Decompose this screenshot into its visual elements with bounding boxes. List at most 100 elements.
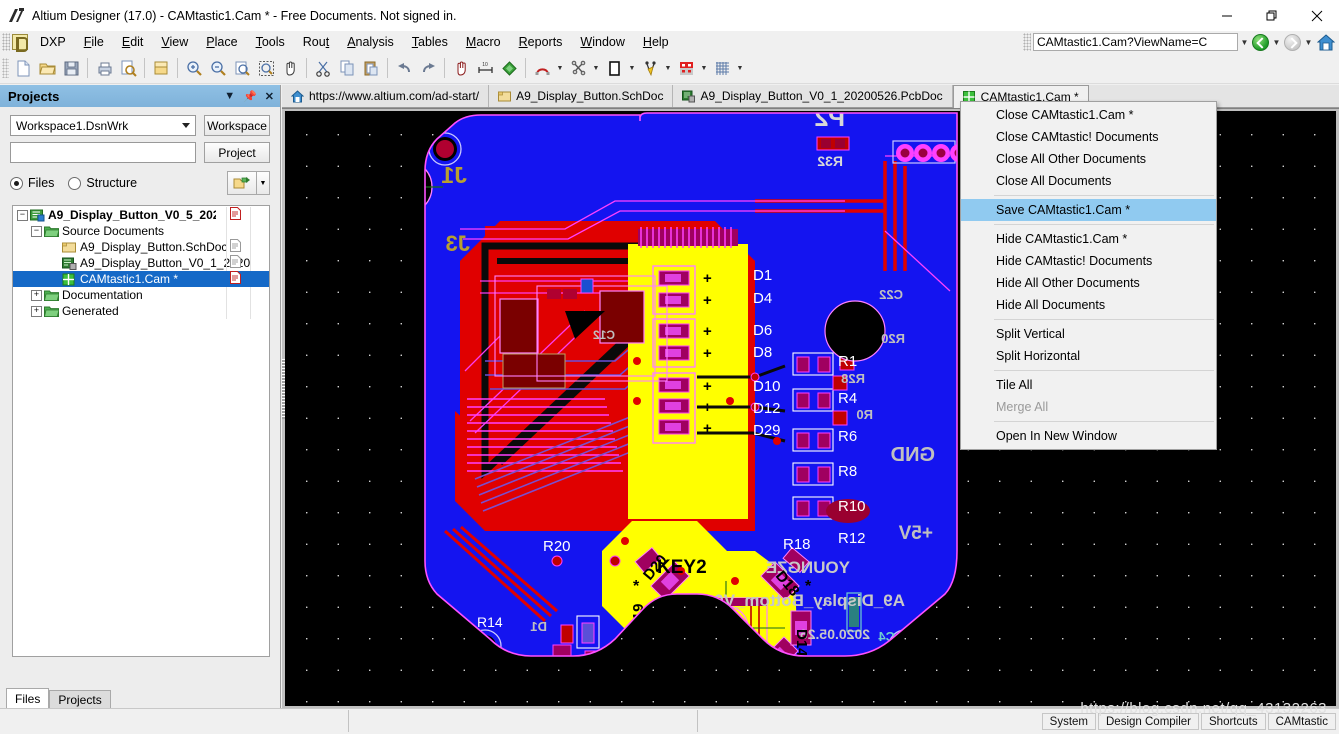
menu-split-vertical[interactable]: Split Vertical xyxy=(961,323,1216,345)
project-input[interactable] xyxy=(10,142,196,163)
netlist-tool-dropdown-icon[interactable]: ▼ xyxy=(590,56,602,80)
layers-icon[interactable] xyxy=(497,56,521,80)
new-document-icon[interactable] xyxy=(11,56,35,80)
expander-icon[interactable]: + xyxy=(31,305,42,317)
menu-hide-camtastic-documents[interactable]: Hide CAMtastic! Documents xyxy=(961,250,1216,272)
address-input[interactable]: CAMtastic1.Cam?ViewName=C xyxy=(1033,33,1238,51)
panel-tab-projects[interactable]: Projects xyxy=(49,690,111,708)
open-project-options-dropdown-icon[interactable]: ▼ xyxy=(257,171,270,195)
menu-item-rout[interactable]: Rout xyxy=(294,33,338,51)
document-tab-schdoc[interactable]: A9_Display_Button.SchDoc xyxy=(489,85,674,107)
menu-item-macro[interactable]: Macro xyxy=(457,33,510,51)
drc-tool-icon[interactable] xyxy=(674,56,698,80)
back-dropdown-icon[interactable]: ▼ xyxy=(1270,33,1283,51)
redo-icon[interactable] xyxy=(416,56,440,80)
project-button[interactable]: Project xyxy=(204,142,270,163)
undo-icon[interactable] xyxy=(392,56,416,80)
menu-hide-camtastic[interactable]: Hide CAMtastic1.Cam * xyxy=(961,228,1216,250)
menu-item-reports[interactable]: Reports xyxy=(510,33,572,51)
document-tab-context-menu[interactable]: Close CAMtastic1.Cam * Close CAMtastic! … xyxy=(960,101,1217,450)
zoom-document-icon[interactable] xyxy=(230,56,254,80)
pad-tool-icon[interactable] xyxy=(602,56,626,80)
menu-save-camtastic[interactable]: Save CAMtastic1.Cam * xyxy=(961,199,1216,221)
menu-close-all-documents[interactable]: Close All Documents xyxy=(961,170,1216,192)
open-project-options-icon[interactable] xyxy=(227,171,257,195)
tree-item-camtastic[interactable]: CAMtastic1.Cam * xyxy=(13,271,269,287)
tree-item-documentation[interactable]: + Documentation xyxy=(13,287,269,303)
menu-item-place[interactable]: Place xyxy=(197,33,246,51)
menubar-grip[interactable] xyxy=(2,33,10,51)
menu-split-horizontal[interactable]: Split Horizontal xyxy=(961,345,1216,367)
workspace-button[interactable]: Workspace xyxy=(204,115,270,136)
tree-item-project[interactable]: − A9_Display_Button_V0_5_2020052( xyxy=(13,207,269,223)
menu-close-all-other-documents[interactable]: Close All Other Documents xyxy=(961,148,1216,170)
menu-item-window[interactable]: Window xyxy=(571,33,633,51)
drill-tool-icon[interactable] xyxy=(638,56,662,80)
forward-dropdown-icon[interactable]: ▼ xyxy=(1302,33,1315,51)
menu-tile-all[interactable]: Tile All xyxy=(961,374,1216,396)
measure-icon[interactable]: 10 xyxy=(473,56,497,80)
drc-tool-dropdown-icon[interactable]: ▼ xyxy=(698,56,710,80)
print-icon[interactable] xyxy=(92,56,116,80)
zoom-in-icon[interactable] xyxy=(182,56,206,80)
zoom-area-icon[interactable] xyxy=(254,56,278,80)
grid-tool-dropdown-icon[interactable]: ▼ xyxy=(734,56,746,80)
netlist-tool-icon[interactable] xyxy=(566,56,590,80)
menu-item-help[interactable]: Help xyxy=(634,33,678,51)
expander-icon[interactable]: − xyxy=(31,225,42,237)
menu-item-tables[interactable]: Tables xyxy=(403,33,457,51)
arc-tool-icon[interactable] xyxy=(530,56,554,80)
tree-item-pcbdoc[interactable]: A9_Display_Button_V0_1_2020 xyxy=(13,255,269,271)
document-tab-pcbdoc[interactable]: A9_Display_Button_V0_1_20200526.PcbDoc xyxy=(673,85,953,107)
menu-hide-all-other-documents[interactable]: Hide All Other Documents xyxy=(961,272,1216,294)
menu-item-analysis[interactable]: Analysis xyxy=(338,33,403,51)
menu-item-edit[interactable]: Edit xyxy=(113,33,153,51)
menu-item-view[interactable]: View xyxy=(152,33,197,51)
drill-tool-dropdown-icon[interactable]: ▼ xyxy=(662,56,674,80)
arc-tool-dropdown-icon[interactable]: ▼ xyxy=(554,56,566,80)
open-board-icon[interactable] xyxy=(149,56,173,80)
close-icon[interactable]: ✕ xyxy=(265,90,274,103)
menu-hide-all-documents[interactable]: Hide All Documents xyxy=(961,294,1216,316)
radio-files[interactable]: Files xyxy=(10,176,54,190)
expander-icon[interactable]: + xyxy=(31,289,42,301)
move-hand-icon[interactable] xyxy=(449,56,473,80)
menu-close-camtastic[interactable]: Close CAMtastic1.Cam * xyxy=(961,104,1216,126)
save-document-icon[interactable] xyxy=(59,56,83,80)
pin-icon[interactable]: 📌 xyxy=(243,90,257,103)
cut-icon[interactable] xyxy=(311,56,335,80)
pad-tool-dropdown-icon[interactable]: ▼ xyxy=(626,56,638,80)
tree-item-schdoc[interactable]: A9_Display_Button.SchDoc xyxy=(13,239,269,255)
dxp-icon[interactable] xyxy=(12,34,28,52)
copy-icon[interactable] xyxy=(335,56,359,80)
tree-item-source-documents[interactable]: − Source Documents xyxy=(13,223,269,239)
expander-icon[interactable]: − xyxy=(17,209,28,221)
menu-close-camtastic-documents[interactable]: Close CAMtastic! Documents xyxy=(961,126,1216,148)
print-preview-icon[interactable] xyxy=(116,56,140,80)
address-toolbar-grip[interactable] xyxy=(1023,33,1031,51)
paste-icon[interactable] xyxy=(359,56,383,80)
tree-item-generated[interactable]: + Generated xyxy=(13,303,269,319)
address-dropdown-icon[interactable]: ▼ xyxy=(1238,33,1251,51)
menu-item-file[interactable]: File xyxy=(75,33,113,51)
forward-arrow-icon[interactable] xyxy=(1284,33,1301,51)
project-tree[interactable]: − A9_Display_Button_V0_5_2020052( − xyxy=(12,205,270,657)
toolbar-grip-1[interactable] xyxy=(2,58,9,78)
back-arrow-icon[interactable] xyxy=(1252,33,1269,51)
chevron-down-icon[interactable]: ▼ xyxy=(224,90,235,102)
radio-structure[interactable]: Structure xyxy=(68,176,137,190)
minimize-button[interactable] xyxy=(1204,0,1249,31)
grid-tool-icon[interactable] xyxy=(710,56,734,80)
menu-open-in-new-window[interactable]: Open In New Window xyxy=(961,425,1216,447)
document-tab-home[interactable]: https://www.altium.com/ad-start/ xyxy=(282,85,490,107)
zoom-out-icon[interactable] xyxy=(206,56,230,80)
menu-item-tools[interactable]: Tools xyxy=(247,33,294,51)
close-button[interactable] xyxy=(1294,0,1339,31)
menu-item-dxp[interactable]: DXP xyxy=(31,33,75,51)
home-icon[interactable] xyxy=(1316,33,1336,51)
open-document-icon[interactable] xyxy=(35,56,59,80)
panel-tab-files[interactable]: Files xyxy=(6,688,50,708)
restore-button[interactable] xyxy=(1249,0,1294,31)
pan-hand-icon[interactable] xyxy=(278,56,302,80)
workspace-combo[interactable]: Workspace1.DsnWrk xyxy=(10,115,196,136)
